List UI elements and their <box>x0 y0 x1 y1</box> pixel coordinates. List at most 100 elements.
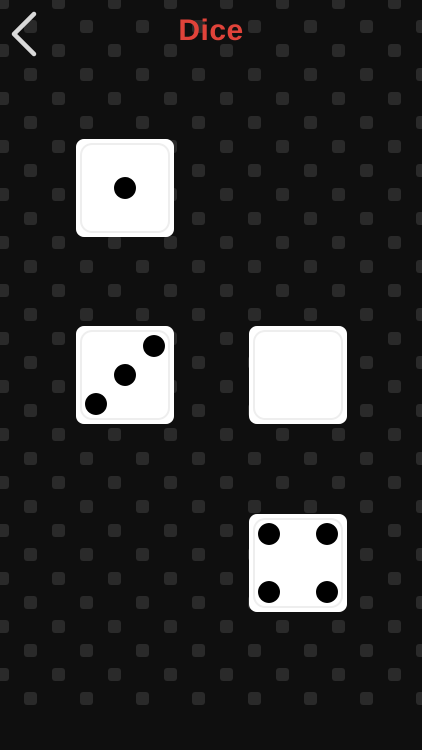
background-tile <box>304 644 317 657</box>
background-tile <box>0 380 9 393</box>
background-tile <box>388 92 401 105</box>
background-tile <box>360 116 373 129</box>
die-4[interactable] <box>249 514 347 612</box>
background-tile <box>24 164 37 177</box>
background-tile <box>388 572 401 585</box>
background-tile <box>24 68 37 81</box>
background-tile <box>220 668 233 681</box>
background-tile <box>0 620 9 633</box>
background-tile <box>136 644 149 657</box>
background-tile <box>248 116 261 129</box>
background-tile <box>276 92 289 105</box>
background-tile <box>388 476 401 489</box>
background-tile <box>388 188 401 201</box>
background-tile <box>192 548 205 561</box>
background-tile <box>416 356 422 369</box>
background-tile <box>332 428 345 441</box>
background-tile <box>388 284 401 297</box>
background-tile <box>136 68 149 81</box>
background-tile <box>0 572 9 585</box>
background-tile <box>388 236 401 249</box>
background-tile <box>192 308 205 321</box>
background-tile <box>192 260 205 273</box>
background-tile <box>136 116 149 129</box>
background-tile <box>276 476 289 489</box>
background-tile <box>248 308 261 321</box>
background-tile <box>0 188 9 201</box>
background-tile <box>248 164 261 177</box>
background-tile <box>332 620 345 633</box>
background-tile <box>136 452 149 465</box>
background-tile <box>388 524 401 537</box>
background-tile <box>24 452 37 465</box>
background-tile <box>24 308 37 321</box>
background-tile <box>24 404 37 417</box>
background-tile <box>388 380 401 393</box>
background-tile <box>52 668 65 681</box>
background-tile <box>164 572 177 585</box>
background-tile <box>304 692 317 705</box>
background-tile <box>192 164 205 177</box>
background-tile <box>360 356 373 369</box>
background-tile <box>192 692 205 705</box>
background-tile <box>416 548 422 561</box>
background-tile <box>360 260 373 273</box>
background-tile <box>108 572 121 585</box>
background-tile <box>24 500 37 513</box>
background-tile <box>276 236 289 249</box>
background-tile <box>416 308 422 321</box>
background-tile <box>360 212 373 225</box>
background-tile <box>52 572 65 585</box>
background-tile <box>164 668 177 681</box>
background-tile <box>108 92 121 105</box>
background-tile <box>80 68 93 81</box>
background-tile <box>164 284 177 297</box>
background-tile <box>360 596 373 609</box>
background-tile <box>360 68 373 81</box>
background-tile <box>192 68 205 81</box>
background-tile <box>0 284 9 297</box>
background-tile <box>304 260 317 273</box>
background-tile <box>136 596 149 609</box>
background-tile <box>52 524 65 537</box>
background-tile <box>332 284 345 297</box>
background-tile <box>0 92 9 105</box>
background-tile <box>0 236 9 249</box>
background-tile <box>80 692 93 705</box>
background-tile <box>304 452 317 465</box>
background-tile <box>332 140 345 153</box>
background-tile <box>360 308 373 321</box>
background-tile <box>220 476 233 489</box>
background-tile <box>220 572 233 585</box>
background-tile <box>52 620 65 633</box>
die-3[interactable] <box>249 326 347 424</box>
die-1[interactable] <box>76 139 174 237</box>
background-tile <box>136 692 149 705</box>
background-tile <box>332 92 345 105</box>
background-tile <box>24 356 37 369</box>
die-2[interactable] <box>76 326 174 424</box>
background-tile <box>108 284 121 297</box>
background-tile <box>52 236 65 249</box>
background-tile <box>80 500 93 513</box>
background-tile <box>220 140 233 153</box>
background-tile <box>192 356 205 369</box>
background-tile <box>388 428 401 441</box>
background-tile <box>332 668 345 681</box>
background-tile <box>416 116 422 129</box>
background-tile <box>80 452 93 465</box>
page-title: Dice <box>178 14 244 47</box>
background-tile <box>108 428 121 441</box>
background-tile <box>52 332 65 345</box>
background-tile <box>192 404 205 417</box>
background-tile <box>416 260 422 273</box>
background-tile <box>108 620 121 633</box>
background-tile <box>0 476 9 489</box>
background-tile <box>164 620 177 633</box>
background-tile <box>220 284 233 297</box>
background-tile <box>360 500 373 513</box>
background-tile <box>276 668 289 681</box>
background-tile <box>304 212 317 225</box>
background-tile <box>192 596 205 609</box>
background-tile <box>80 116 93 129</box>
